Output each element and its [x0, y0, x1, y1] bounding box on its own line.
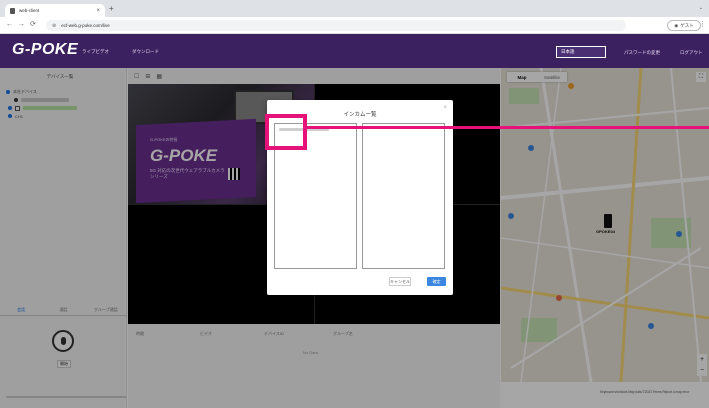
- annotation-pointer-line: [307, 126, 709, 129]
- tab-search-icon[interactable]: ⌄: [699, 5, 703, 11]
- browser-tab-title: web-client: [19, 8, 40, 13]
- change-password-link[interactable]: パスワードの変更: [624, 50, 660, 56]
- app-logo: G-POKE: [12, 41, 79, 58]
- address-bar: ← → ⟳ ⊚ ecf-web.g-poke.com/live ◉ ゲスト ⋮: [0, 17, 709, 34]
- forward-icon[interactable]: →: [18, 21, 25, 29]
- omnibox[interactable]: ⊚ ecf-web.g-poke.com/live: [46, 20, 626, 31]
- logout-link[interactable]: ログアウト: [680, 50, 703, 56]
- omnibox-url: ecf-web.g-poke.com/live: [61, 23, 110, 28]
- confirm-button[interactable]: 確定: [427, 277, 446, 286]
- site-info-icon[interactable]: ⊚: [52, 23, 56, 29]
- annotation-highlight-box: [265, 114, 307, 150]
- nav-live-video[interactable]: ライブビデオ: [82, 49, 109, 55]
- nav-download[interactable]: ダウンロード: [132, 49, 159, 55]
- browser-menu-icon[interactable]: ⋮: [699, 20, 706, 28]
- profile-label: ゲスト: [680, 22, 694, 28]
- new-tab-icon[interactable]: +: [109, 4, 114, 13]
- close-icon[interactable]: ×: [443, 105, 447, 111]
- profile-button[interactable]: ◉ ゲスト: [667, 20, 701, 31]
- browser-tab-bar: web-client × + ⌄: [0, 0, 709, 17]
- language-select[interactable]: 日本語: [556, 46, 606, 58]
- cancel-button[interactable]: キャンセル: [389, 277, 411, 286]
- profile-icon: ◉: [674, 22, 679, 28]
- app-header: G-POKE ライブビデオ ダウンロード 日本語 パスワードの変更 ログアウト: [0, 34, 709, 68]
- close-tab-icon[interactable]: ×: [96, 8, 100, 14]
- back-icon[interactable]: ←: [6, 21, 13, 29]
- selected-intercom-list[interactable]: [362, 123, 445, 269]
- reload-icon[interactable]: ⟳: [30, 21, 36, 29]
- favicon-icon: [10, 7, 15, 14]
- browser-tab[interactable]: web-client ×: [5, 4, 105, 17]
